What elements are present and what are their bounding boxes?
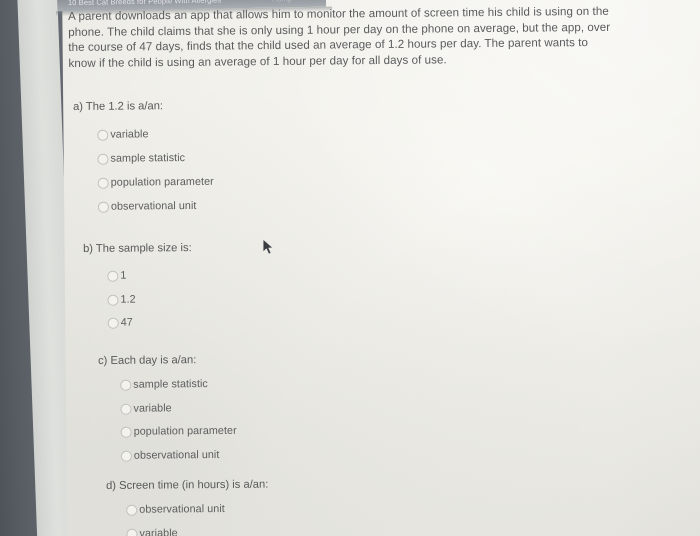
radio-button-icon[interactable] bbox=[97, 153, 109, 165]
part-c-option-observational-unit[interactable]: observational unit bbox=[120, 449, 220, 462]
radio-button-icon[interactable] bbox=[120, 426, 132, 438]
radio-button-icon[interactable] bbox=[107, 294, 119, 306]
option-label[interactable]: observational unit bbox=[111, 200, 197, 213]
part-d-option-observational-unit[interactable]: observational unit bbox=[126, 503, 225, 516]
part-a-label: a) The 1.2 is a/an: bbox=[73, 100, 164, 113]
radio-button-icon[interactable] bbox=[97, 129, 109, 141]
part-c-label: c) Each day is a/an: bbox=[98, 354, 197, 367]
option-label[interactable]: observational unit bbox=[139, 503, 225, 516]
radio-button-icon[interactable] bbox=[126, 528, 138, 536]
radio-button-icon[interactable] bbox=[126, 504, 138, 516]
option-label[interactable]: sample statistic bbox=[110, 152, 185, 165]
option-label[interactable]: population parameter bbox=[111, 176, 214, 189]
part-a-option-variable[interactable]: variable bbox=[97, 128, 149, 141]
option-label[interactable]: 1 bbox=[120, 270, 126, 282]
part-a-option-sample-statistic[interactable]: sample statistic bbox=[97, 152, 185, 165]
part-b-option-47[interactable]: 47 bbox=[107, 317, 133, 329]
monitor-photograph: 10 Best Cat Breeds for People With Aller… bbox=[0, 0, 700, 536]
radio-button-icon[interactable] bbox=[120, 379, 132, 391]
option-label[interactable]: variable bbox=[133, 402, 171, 414]
radio-button-icon[interactable] bbox=[107, 317, 119, 329]
question-stem: A parent downloads an app that allows hi… bbox=[68, 4, 611, 70]
option-label[interactable]: population parameter bbox=[134, 425, 237, 438]
option-label[interactable]: 47 bbox=[121, 317, 133, 329]
part-b-option-1-2[interactable]: 1.2 bbox=[107, 294, 136, 306]
radio-button-icon[interactable] bbox=[107, 270, 119, 282]
part-c-option-sample-statistic[interactable]: sample statistic bbox=[120, 378, 208, 391]
quiz-content: A parent downloads an app that allows hi… bbox=[0, 0, 700, 536]
option-label[interactable]: variable bbox=[110, 128, 148, 140]
option-label[interactable]: 1.2 bbox=[120, 294, 135, 306]
part-a-option-observational-unit[interactable]: observational unit bbox=[97, 200, 197, 213]
part-b-option-1[interactable]: 1 bbox=[107, 270, 126, 282]
radio-button-icon[interactable] bbox=[97, 201, 109, 213]
option-label[interactable]: observational unit bbox=[134, 449, 220, 462]
part-d-label: d) Screen time (in hours) is a/an: bbox=[106, 478, 269, 492]
part-c-option-population-parameter[interactable]: population parameter bbox=[120, 425, 237, 438]
radio-button-icon[interactable] bbox=[97, 177, 109, 189]
part-a-option-population-parameter[interactable]: population parameter bbox=[97, 176, 214, 189]
part-d-option-variable[interactable]: variable bbox=[126, 527, 178, 536]
radio-button-icon[interactable] bbox=[120, 403, 132, 415]
radio-button-icon[interactable] bbox=[120, 450, 132, 462]
option-label[interactable]: variable bbox=[139, 527, 177, 536]
option-label[interactable]: sample statistic bbox=[133, 378, 208, 391]
part-b-label: b) The sample size is: bbox=[83, 242, 192, 255]
part-c-option-variable[interactable]: variable bbox=[120, 402, 172, 415]
